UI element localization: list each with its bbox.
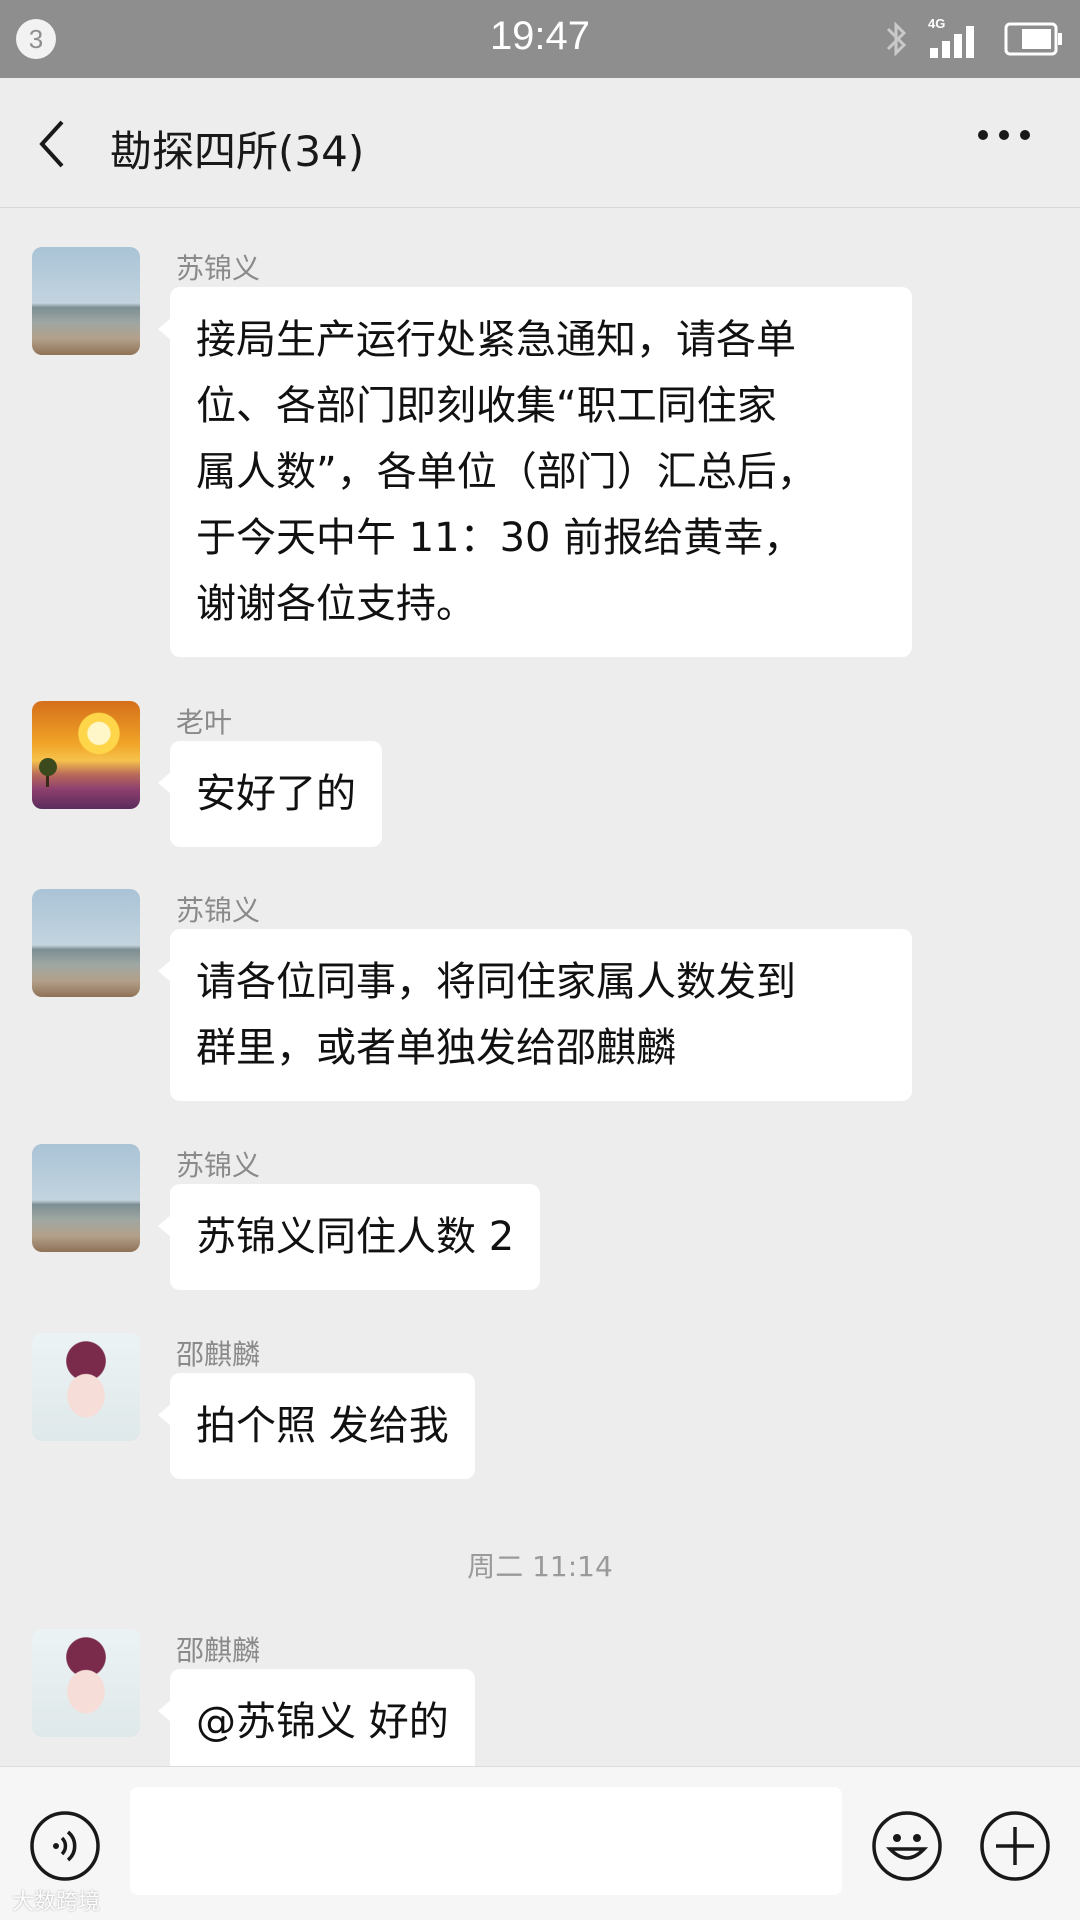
status-bar: 3 19:47 4G [0, 0, 1080, 78]
more-icon[interactable] [976, 128, 1032, 142]
bluetooth-icon [886, 21, 907, 57]
message-bubble[interactable]: @苏锦义 好的 [158, 1669, 475, 1766]
signal-icon [930, 26, 974, 58]
watermark: 大数跨境 [12, 1890, 101, 1915]
sender-name: 苏锦义 [176, 252, 261, 285]
message-line: 安好了的 [196, 771, 356, 817]
avatar[interactable] [32, 1629, 140, 1737]
message-line: 拍个照 发给我 [196, 1403, 449, 1449]
sender-name: 邵麒麟 [176, 1634, 261, 1667]
message-list[interactable]: 苏锦义 接局生产运行处紧急通知，请各单 位、各部门即刻收集“职工同住家 属人数”… [0, 209, 1080, 1766]
sender-name: 苏锦义 [176, 894, 261, 927]
avatar[interactable] [32, 1333, 140, 1441]
tree-icon [39, 758, 57, 787]
chat-title: 勘探四所(34) [110, 127, 365, 176]
avatar[interactable] [32, 1144, 140, 1252]
time-separator: 周二 11:14 [467, 1550, 613, 1583]
message-line: 苏锦义同住人数 2 [196, 1214, 515, 1260]
message-line: 请各位同事，将同住家属人数发到 [196, 959, 796, 1005]
chat-header: 勘探四所(34) [0, 78, 1080, 208]
battery-icon [1004, 22, 1062, 56]
message-bubble[interactable]: 苏锦义同住人数 2 [157, 1184, 541, 1290]
message-line: 属人数”，各单位（部门）汇总后， [196, 449, 817, 495]
avatar[interactable] [32, 701, 140, 809]
message-line: 接局生产运行处紧急通知，请各单 [196, 317, 796, 363]
message-bubble[interactable]: 安好了的 [158, 741, 382, 847]
message-bubble[interactable]: 拍个照 发给我 [158, 1373, 475, 1479]
message-bubble[interactable]: 请各位同事，将同住家属人数发到 群里，或者单独发给邵麒麟 [158, 929, 912, 1101]
message-line: @苏锦义 好的 [196, 1699, 449, 1745]
status-time: 19:47 [489, 14, 591, 58]
sender-name: 老叶 [176, 706, 233, 739]
back-icon[interactable] [34, 118, 70, 170]
sender-name: 苏锦义 [176, 1149, 261, 1182]
message-bubble[interactable]: 接局生产运行处紧急通知，请各单 位、各部门即刻收集“职工同住家 属人数”，各单位… [158, 287, 912, 657]
plus-icon[interactable] [978, 1809, 1052, 1883]
avatar[interactable] [32, 889, 140, 997]
sender-name: 邵麒麟 [176, 1338, 261, 1371]
voice-icon[interactable] [28, 1809, 102, 1883]
emoji-icon[interactable] [870, 1809, 944, 1883]
message-line: 于今天中午 11：30 前报给黄幸， [196, 515, 804, 561]
message-line: 谢谢各位支持。 [196, 581, 476, 627]
message-input[interactable] [130, 1787, 842, 1895]
avatar[interactable] [32, 247, 140, 355]
message-line: 群里，或者单独发给邵麒麟 [196, 1025, 676, 1071]
input-bar [0, 1766, 1080, 1920]
message-line: 位、各部门即刻收集“职工同住家 [196, 383, 777, 429]
